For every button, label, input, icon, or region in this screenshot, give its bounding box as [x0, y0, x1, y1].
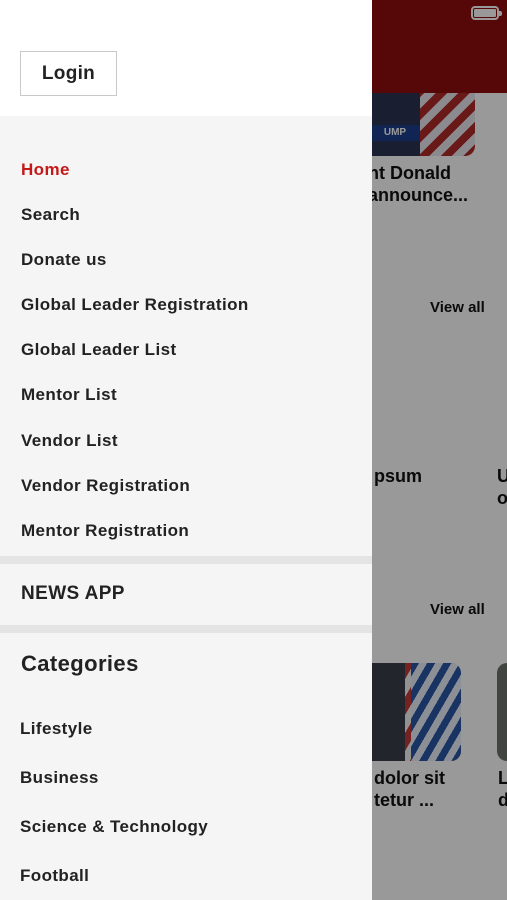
drawer-header: Login: [0, 0, 372, 116]
divider: [0, 556, 372, 564]
categories-heading: Categories: [21, 651, 139, 676]
menu-item-mentor-list[interactable]: Mentor List: [21, 385, 117, 405]
menu-item-vendor-registration[interactable]: Vendor Registration: [21, 476, 190, 496]
login-button[interactable]: Login: [20, 51, 117, 96]
news-app-label: NEWS APP: [21, 583, 125, 604]
menu-item-home[interactable]: Home: [21, 160, 70, 180]
menu-item-donate[interactable]: Donate us: [21, 250, 107, 270]
category-item-football[interactable]: Football: [20, 866, 89, 886]
navigation-drawer: Login Home Search Donate us Global Leade…: [0, 0, 372, 900]
category-item-business[interactable]: Business: [20, 768, 99, 788]
menu-item-global-leader-registration[interactable]: Global Leader Registration: [21, 295, 249, 315]
menu-item-mentor-registration[interactable]: Mentor Registration: [21, 521, 189, 541]
menu-item-search[interactable]: Search: [21, 205, 80, 225]
divider: [0, 625, 372, 633]
category-item-science-technology[interactable]: Science & Technology: [20, 817, 208, 837]
menu-item-vendor-list[interactable]: Vendor List: [21, 431, 118, 451]
menu-item-global-leader-list[interactable]: Global Leader List: [21, 340, 177, 360]
category-item-lifestyle[interactable]: Lifestyle: [20, 719, 93, 739]
